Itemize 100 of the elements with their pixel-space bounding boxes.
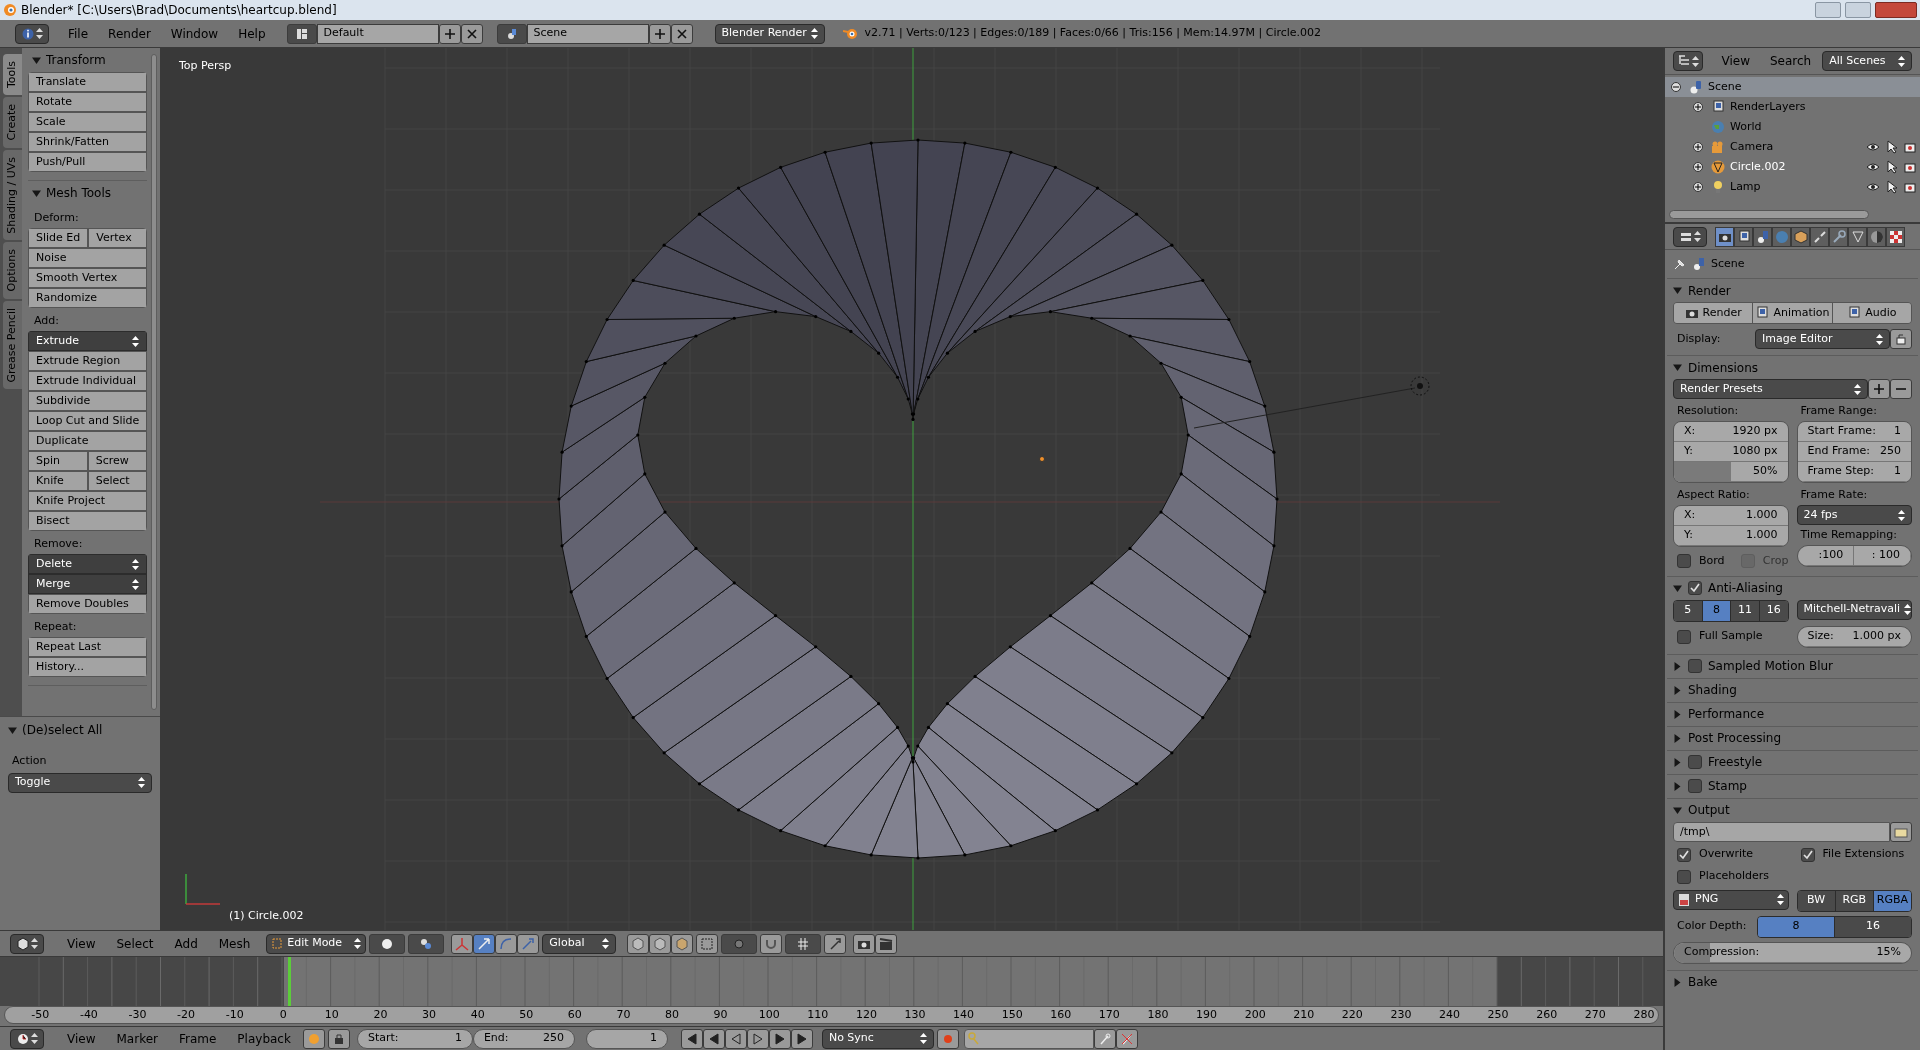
expanded-triangle-icon[interactable] <box>1673 286 1682 295</box>
dropdown[interactable]: Merge <box>28 574 148 594</box>
tool-button[interactable]: Vertex <box>88 228 148 248</box>
menu-item[interactable]: Search <box>1760 52 1821 70</box>
menu-item[interactable]: Window <box>161 24 228 43</box>
tool-button[interactable]: History... <box>28 657 148 677</box>
menu-item[interactable]: Render <box>99 24 160 43</box>
lock-button[interactable] <box>327 1028 350 1049</box>
toggle-button[interactable]: 11 <box>1731 600 1760 621</box>
delete-keyframe-button[interactable] <box>1115 1028 1138 1049</box>
tool-tab[interactable]: Tools <box>3 54 22 96</box>
toggle-button[interactable]: 5 <box>1674 600 1703 621</box>
toggle-button[interactable]: BW <box>1797 890 1836 911</box>
layout-field[interactable]: Default <box>316 23 439 44</box>
menu-item[interactable]: Frame <box>169 1029 226 1048</box>
add-preset-button[interactable] <box>1868 379 1890 399</box>
collapsed-triangle-icon[interactable] <box>1673 977 1682 987</box>
action-dropdown[interactable]: Toggle <box>8 772 152 793</box>
collapsed-triangle-icon[interactable] <box>1673 661 1682 671</box>
tool-button[interactable]: Noise <box>28 248 148 268</box>
tool-button[interactable]: Shrink/Fatten <box>28 132 148 152</box>
tool-button[interactable]: Remove Doubles <box>28 594 148 614</box>
outliner-row[interactable]: World <box>1665 117 1920 137</box>
snap-element-dropdown[interactable] <box>785 933 822 954</box>
menu-item[interactable]: Mesh <box>209 934 260 953</box>
context-tab[interactable] <box>1848 226 1867 247</box>
tool-button[interactable]: Push/Pull <box>28 152 148 172</box>
editor-type-button[interactable] <box>10 1028 44 1049</box>
tool-button[interactable]: Smooth Vertex <box>28 268 148 288</box>
render-engine-dropdown[interactable]: Blender Render <box>714 23 825 44</box>
add-button[interactable] <box>438 23 461 44</box>
menu-item[interactable]: Add <box>165 934 207 953</box>
scrollbar[interactable] <box>151 54 157 710</box>
render-action-button[interactable]: Render <box>1674 303 1754 323</box>
tool-button[interactable]: Extrude Individual <box>28 371 148 391</box>
number-field[interactable]: End Frame: 250 <box>1797 442 1911 462</box>
insert-keyframe-button[interactable] <box>1093 1028 1116 1049</box>
display-filter-dropdown[interactable]: All Scenes <box>1822 51 1912 71</box>
checkbox[interactable] <box>1688 755 1702 769</box>
outliner-row[interactable]: RenderLayers <box>1665 97 1920 117</box>
menu-item[interactable]: Playback <box>228 1029 300 1048</box>
tool-button[interactable]: Randomize <box>28 288 148 308</box>
collapsed-triangle-icon[interactable] <box>1673 757 1682 767</box>
menu-item[interactable]: View <box>58 1029 105 1048</box>
expanded-triangle-icon[interactable] <box>1673 805 1682 815</box>
outliner-row[interactable]: Scene <box>1665 77 1920 97</box>
remove-button[interactable] <box>670 23 693 44</box>
number-field[interactable]: 50% <box>1674 462 1788 482</box>
snap-button[interactable] <box>760 933 783 954</box>
expanded-triangle-icon[interactable] <box>1673 583 1682 593</box>
manipulator-toggle[interactable] <box>451 933 474 954</box>
menu-item[interactable]: View <box>1712 52 1759 70</box>
render-image-button[interactable] <box>853 933 876 954</box>
tool-button[interactable]: Rotate <box>28 92 148 112</box>
sync-dropdown[interactable]: No Sync <box>821 1028 934 1049</box>
playback-button[interactable] <box>746 1028 769 1049</box>
playback-button[interactable] <box>680 1028 703 1049</box>
number-field[interactable]: Frame Step: 1 <box>1797 462 1911 482</box>
menu-item[interactable]: Help <box>229 24 275 43</box>
record-button[interactable] <box>936 1028 959 1049</box>
expanded-triangle-icon[interactable] <box>1673 363 1682 372</box>
number-field[interactable]: Compression: 15% <box>1674 942 1911 963</box>
tool-tab[interactable]: Options <box>3 242 22 299</box>
number-field[interactable]: Start Frame: 1 <box>1797 422 1911 442</box>
context-tab[interactable] <box>1867 226 1886 247</box>
orientation-dropdown[interactable]: Global <box>542 933 617 954</box>
number-field[interactable]: Y: 1080 px <box>1674 442 1788 462</box>
tool-button[interactable]: Select <box>87 471 148 491</box>
context-tab[interactable] <box>1715 226 1734 247</box>
checkbox[interactable] <box>1800 847 1815 862</box>
frame-rate-dropdown[interactable]: 24 fps <box>1796 505 1912 525</box>
scale-manipulator[interactable] <box>517 933 540 954</box>
start-frame-field[interactable]: Start: 1 <box>356 1028 473 1049</box>
expanded-triangle-icon[interactable] <box>32 188 41 198</box>
collapsed-triangle-icon[interactable] <box>1673 709 1682 719</box>
preview-range-button[interactable] <box>302 1028 325 1049</box>
render-animation-button[interactable] <box>875 933 898 954</box>
checkbox[interactable] <box>1688 659 1702 673</box>
context-tab[interactable] <box>1886 226 1905 247</box>
browse-folder-button[interactable] <box>1890 821 1912 842</box>
face-select-button[interactable] <box>671 933 694 954</box>
pivot-dropdown[interactable] <box>408 933 445 954</box>
context-tab[interactable] <box>1791 226 1810 247</box>
mode-dropdown[interactable]: Edit Mode <box>266 933 367 954</box>
menu-item[interactable]: Marker <box>107 1029 167 1048</box>
menu-item[interactable]: View <box>58 934 105 953</box>
expand-icon[interactable] <box>1693 102 1703 112</box>
collapse-icon[interactable] <box>1671 82 1681 92</box>
outliner-row[interactable]: Camera <box>1665 137 1920 157</box>
tool-tab[interactable]: Shading / UVs <box>3 149 22 241</box>
tool-button[interactable]: Repeat Last <box>28 637 148 657</box>
proportional-edit-button[interactable] <box>824 933 847 954</box>
tool-button[interactable]: Translate <box>28 72 148 92</box>
number-field[interactable]: : 100 <box>1854 546 1911 566</box>
current-frame-field[interactable]: 1 <box>585 1028 668 1049</box>
filter-dropdown[interactable]: Mitchell-Netravali <box>1796 599 1912 620</box>
tool-button[interactable]: Subdivide <box>28 391 148 411</box>
checkbox[interactable] <box>1677 847 1691 862</box>
editor-type-button[interactable] <box>1673 226 1707 247</box>
proportional-dropdown[interactable] <box>721 933 758 954</box>
